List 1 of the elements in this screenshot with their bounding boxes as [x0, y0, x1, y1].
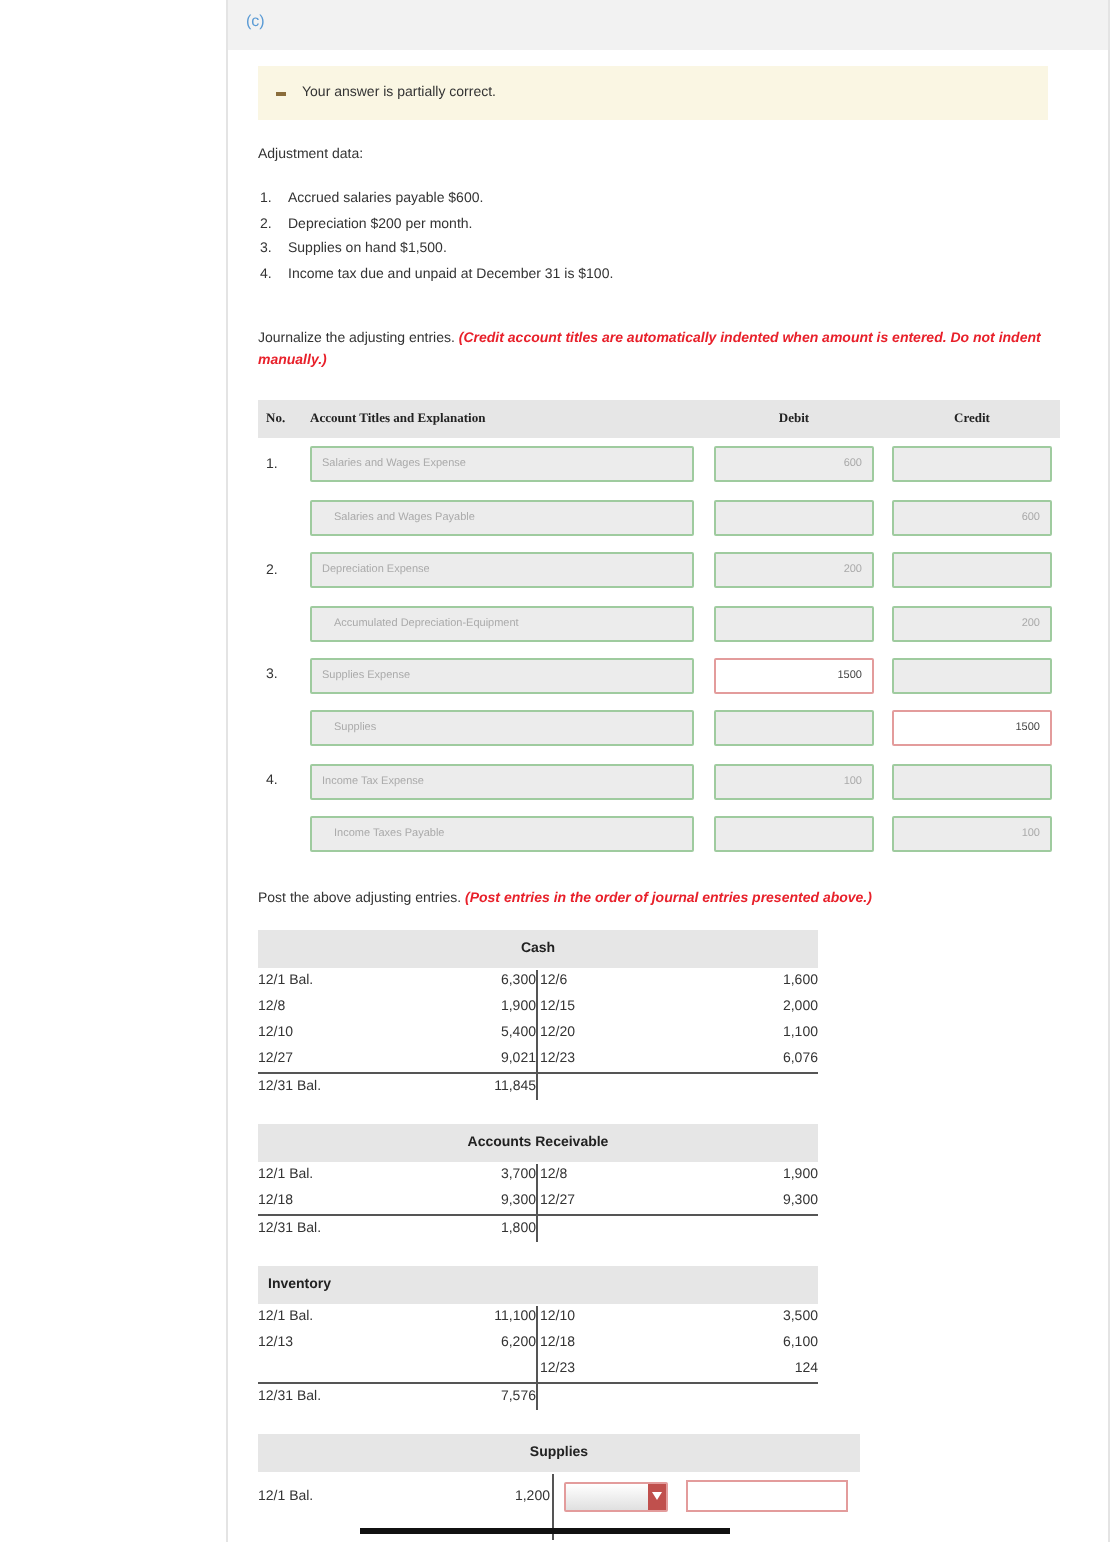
part-label: (c)	[246, 12, 265, 30]
